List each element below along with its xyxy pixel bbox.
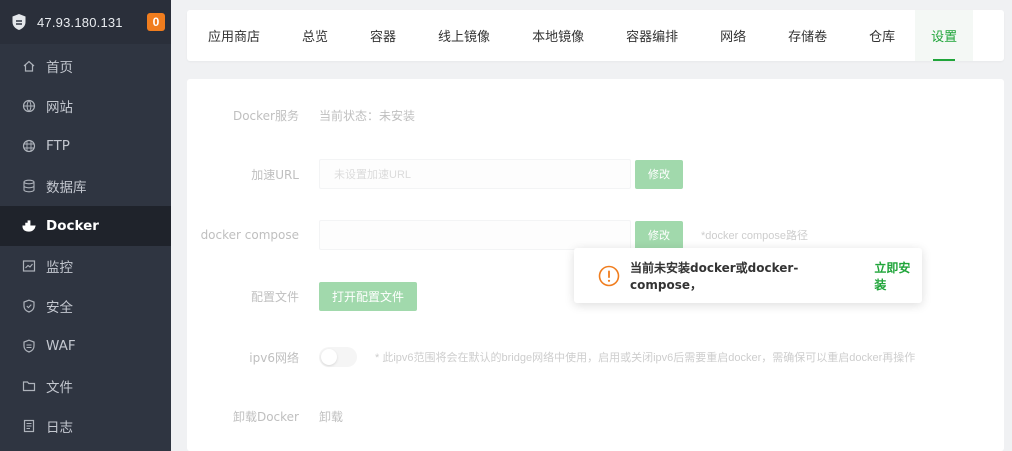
tab-overview[interactable]: 总览 <box>302 10 328 61</box>
uninstall-row: 卸载Docker 卸载 <box>187 406 343 426</box>
docker-compose-modify-button[interactable]: 修改 <box>635 220 683 250</box>
ipv6-label: ipv6网络 <box>249 350 299 365</box>
globe-icon <box>22 99 36 113</box>
database-icon <box>22 179 36 193</box>
sidebar-item-label: FTP <box>46 138 70 154</box>
mirror-url-row: 加速URL 未设置加速URL 修改 <box>187 159 683 189</box>
sidebar-item-files[interactable]: 文件 <box>0 366 171 406</box>
mirror-url-label: 加速URL <box>251 167 299 182</box>
tab-volumes[interactable]: 存储卷 <box>788 10 827 61</box>
docker-compose-hint: *docker compose路径 <box>701 230 808 242</box>
sidebar-item-docker[interactable]: Docker <box>0 206 171 246</box>
ipv6-row: ipv6网络 * 此ipv6范围将会在默认的bridge网络中使用，启用或关闭i… <box>187 346 915 368</box>
home-icon <box>22 59 36 73</box>
sidebar-item-label: 日志 <box>46 420 73 436</box>
sidebar-nav: 首页 网站 FTP 数据库 Docker 监控 安全 WAF 文件 日志 <box>0 46 171 446</box>
docker-whale-icon <box>22 219 36 233</box>
sidebar-item-label: 数据库 <box>46 180 87 196</box>
uninstall-label: 卸载Docker <box>232 409 299 424</box>
tab-compose[interactable]: 容器编排 <box>626 10 678 61</box>
mirror-url-modify-button[interactable]: 修改 <box>635 159 683 189</box>
sidebar-item-database[interactable]: 数据库 <box>0 166 171 206</box>
shield-check-icon <box>22 299 36 313</box>
uninstall-button[interactable]: 卸载 <box>319 408 343 425</box>
docker-service-status: 当前状态：未安装 <box>319 108 416 123</box>
warning-circle-icon <box>598 265 620 287</box>
tab-containers[interactable]: 容器 <box>370 10 396 61</box>
ipv6-hint: * 此ipv6范围将会在默认的bridge网络中使用，启用或关闭ipv6后需要重… <box>375 352 916 364</box>
tab-online-images[interactable]: 线上镜像 <box>438 10 490 61</box>
config-file-label: 配置文件 <box>250 289 299 304</box>
log-icon <box>22 419 36 433</box>
sidebar-item-logs[interactable]: 日志 <box>0 406 171 446</box>
sidebar-item-label: WAF <box>46 338 76 354</box>
docker-tabs: 应用商店 总览 容器 线上镜像 本地镜像 容器编排 网络 存储卷 仓库 设置 <box>187 10 1004 61</box>
sidebar-item-security[interactable]: 安全 <box>0 286 171 326</box>
tab-network[interactable]: 网络 <box>720 10 746 61</box>
server-header: 47.93.180.131 0 <box>0 0 171 44</box>
server-ip[interactable]: 47.93.180.131 <box>37 15 123 30</box>
monitor-icon <box>22 259 36 273</box>
tab-local-images[interactable]: 本地镜像 <box>532 10 584 61</box>
waf-shield-icon <box>22 339 36 353</box>
tab-settings[interactable]: 设置 <box>915 10 974 61</box>
sidebar-item-label: Docker <box>46 218 99 234</box>
sidebar-item-label: 文件 <box>46 380 73 396</box>
sidebar-item-ftp[interactable]: FTP <box>0 126 171 166</box>
sidebar-item-monitor[interactable]: 监控 <box>0 246 171 286</box>
server-shield-icon <box>10 13 28 31</box>
sidebar: 47.93.180.131 0 首页 网站 FTP 数据库 Docker 监控 <box>0 0 171 451</box>
docker-service-label: Docker服务 <box>232 108 299 123</box>
sidebar-item-label: 监控 <box>46 260 73 276</box>
sidebar-item-label: 安全 <box>46 300 73 316</box>
install-notice-popup: 当前未安装docker或docker-compose， 立即安装 <box>574 248 922 303</box>
open-config-file-button[interactable]: 打开配置文件 <box>319 281 418 311</box>
sidebar-item-label: 网站 <box>46 100 73 116</box>
sidebar-item-website[interactable]: 网站 <box>0 86 171 126</box>
docker-compose-row: docker compose 修改 *docker compose路径 <box>187 220 808 250</box>
docker-service-row: Docker服务 当前状态：未安装 <box>187 105 415 125</box>
ftp-globe-icon <box>22 139 36 153</box>
docker-compose-label: docker compose <box>200 228 299 242</box>
notification-badge[interactable]: 0 <box>147 13 165 31</box>
sidebar-item-label: 首页 <box>46 60 73 76</box>
folder-icon <box>22 379 36 393</box>
sidebar-item-waf[interactable]: WAF <box>0 326 171 366</box>
install-now-link[interactable]: 立即安装 <box>874 259 922 293</box>
config-file-row: 配置文件 打开配置文件 <box>187 281 418 311</box>
sidebar-item-home[interactable]: 首页 <box>0 46 171 86</box>
mirror-url-input[interactable]: 未设置加速URL <box>319 159 631 189</box>
ipv6-toggle[interactable] <box>319 347 357 367</box>
docker-compose-input[interactable] <box>319 220 631 250</box>
install-notice-message: 当前未安装docker或docker-compose， <box>630 260 799 292</box>
tab-app-store[interactable]: 应用商店 <box>208 10 260 61</box>
tab-registry[interactable]: 仓库 <box>869 10 895 61</box>
